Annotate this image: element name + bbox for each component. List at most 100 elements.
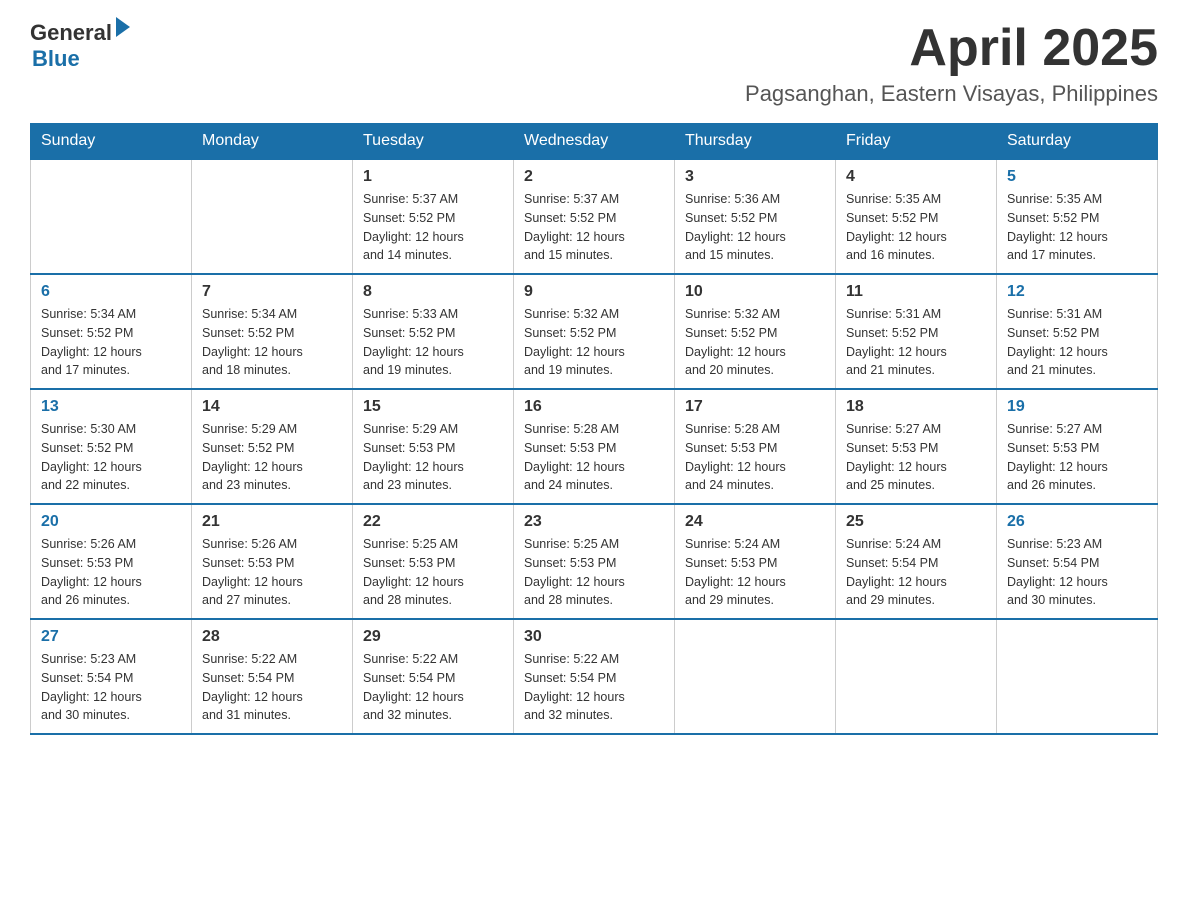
- day-info: Sunrise: 5:22 AMSunset: 5:54 PMDaylight:…: [363, 650, 503, 725]
- day-info: Sunrise: 5:32 AMSunset: 5:52 PMDaylight:…: [685, 305, 825, 380]
- day-info: Sunrise: 5:23 AMSunset: 5:54 PMDaylight:…: [41, 650, 181, 725]
- day-info: Sunrise: 5:28 AMSunset: 5:53 PMDaylight:…: [524, 420, 664, 495]
- calendar-header-row: SundayMondayTuesdayWednesdayThursdayFrid…: [31, 124, 1158, 160]
- day-number: 8: [363, 283, 503, 301]
- calendar-cell: [675, 619, 836, 734]
- logo: General Blue: [30, 20, 130, 72]
- calendar-table: SundayMondayTuesdayWednesdayThursdayFrid…: [30, 123, 1158, 735]
- day-number: 5: [1007, 168, 1147, 186]
- calendar-cell: 6 Sunrise: 5:34 AMSunset: 5:52 PMDaylight…: [31, 274, 192, 389]
- day-info: Sunrise: 5:23 AMSunset: 5:54 PMDaylight:…: [1007, 535, 1147, 610]
- day-number: 7: [202, 283, 342, 301]
- logo-triangle-icon: [116, 17, 130, 37]
- calendar-cell: 30 Sunrise: 5:22 AMSunset: 5:54 PMDayligh…: [514, 619, 675, 734]
- day-info: Sunrise: 5:31 AMSunset: 5:52 PMDaylight:…: [1007, 305, 1147, 380]
- day-info: Sunrise: 5:27 AMSunset: 5:53 PMDaylight:…: [1007, 420, 1147, 495]
- day-info: Sunrise: 5:33 AMSunset: 5:52 PMDaylight:…: [363, 305, 503, 380]
- calendar-cell: 22 Sunrise: 5:25 AMSunset: 5:53 PMDayligh…: [353, 504, 514, 619]
- day-info: Sunrise: 5:30 AMSunset: 5:52 PMDaylight:…: [41, 420, 181, 495]
- day-info: Sunrise: 5:24 AMSunset: 5:54 PMDaylight:…: [846, 535, 986, 610]
- day-info: Sunrise: 5:34 AMSunset: 5:52 PMDaylight:…: [202, 305, 342, 380]
- day-number: 16: [524, 398, 664, 416]
- calendar-week-row: 1Sunrise: 5:37 AMSunset: 5:52 PMDaylight…: [31, 159, 1158, 274]
- calendar-cell: 12 Sunrise: 5:31 AMSunset: 5:52 PMDayligh…: [997, 274, 1158, 389]
- day-number: 17: [685, 398, 825, 416]
- day-number: 29: [363, 628, 503, 646]
- day-info: Sunrise: 5:26 AMSunset: 5:53 PMDaylight:…: [202, 535, 342, 610]
- day-number: 23: [524, 513, 664, 531]
- day-number: 22: [363, 513, 503, 531]
- day-number: 19: [1007, 398, 1147, 416]
- calendar-week-row: 20Sunrise: 5:26 AMSunset: 5:53 PMDayligh…: [31, 504, 1158, 619]
- day-info: Sunrise: 5:37 AMSunset: 5:52 PMDaylight:…: [524, 190, 664, 265]
- calendar-header-friday: Friday: [836, 124, 997, 160]
- day-number: 12: [1007, 283, 1147, 301]
- header: General Blue April 2025 Pagsanghan, East…: [30, 20, 1158, 107]
- day-info: Sunrise: 5:37 AMSunset: 5:52 PMDaylight:…: [363, 190, 503, 265]
- calendar-week-row: 6 Sunrise: 5:34 AMSunset: 5:52 PMDaylight…: [31, 274, 1158, 389]
- day-info: Sunrise: 5:28 AMSunset: 5:53 PMDaylight:…: [685, 420, 825, 495]
- day-info: Sunrise: 5:27 AMSunset: 5:53 PMDaylight:…: [846, 420, 986, 495]
- calendar-cell: 9 Sunrise: 5:32 AMSunset: 5:52 PMDaylight…: [514, 274, 675, 389]
- logo-blue: Blue: [32, 46, 130, 72]
- calendar-cell: 25Sunrise: 5:24 AMSunset: 5:54 PMDayligh…: [836, 504, 997, 619]
- day-number: 6: [41, 283, 181, 301]
- day-info: Sunrise: 5:34 AMSunset: 5:52 PMDaylight:…: [41, 305, 181, 380]
- day-info: Sunrise: 5:22 AMSunset: 5:54 PMDaylight:…: [524, 650, 664, 725]
- day-info: Sunrise: 5:24 AMSunset: 5:53 PMDaylight:…: [685, 535, 825, 610]
- calendar-cell: 17 Sunrise: 5:28 AMSunset: 5:53 PMDayligh…: [675, 389, 836, 504]
- calendar-cell: 3Sunrise: 5:36 AMSunset: 5:52 PMDaylight…: [675, 159, 836, 274]
- calendar-cell: 19 Sunrise: 5:27 AMSunset: 5:53 PMDayligh…: [997, 389, 1158, 504]
- day-info: Sunrise: 5:35 AMSunset: 5:52 PMDaylight:…: [846, 190, 986, 265]
- calendar-cell: 15 Sunrise: 5:29 AMSunset: 5:53 PMDayligh…: [353, 389, 514, 504]
- day-info: Sunrise: 5:25 AMSunset: 5:53 PMDaylight:…: [363, 535, 503, 610]
- day-number: 3: [685, 168, 825, 186]
- day-number: 13: [41, 398, 181, 416]
- day-number: 11: [846, 283, 986, 301]
- calendar-cell: 14Sunrise: 5:29 AMSunset: 5:52 PMDayligh…: [192, 389, 353, 504]
- day-number: 28: [202, 628, 342, 646]
- day-number: 18: [846, 398, 986, 416]
- calendar-header-monday: Monday: [192, 124, 353, 160]
- calendar-cell: 23Sunrise: 5:25 AMSunset: 5:53 PMDayligh…: [514, 504, 675, 619]
- month-title: April 2025: [745, 20, 1158, 77]
- day-number: 2: [524, 168, 664, 186]
- calendar-cell: 28 Sunrise: 5:22 AMSunset: 5:54 PMDayligh…: [192, 619, 353, 734]
- calendar-cell: [31, 159, 192, 274]
- day-info: Sunrise: 5:32 AMSunset: 5:52 PMDaylight:…: [524, 305, 664, 380]
- title-section: April 2025 Pagsanghan, Eastern Visayas, …: [745, 20, 1158, 107]
- calendar-week-row: 13 Sunrise: 5:30 AMSunset: 5:52 PMDayligh…: [31, 389, 1158, 504]
- calendar-cell: 20Sunrise: 5:26 AMSunset: 5:53 PMDayligh…: [31, 504, 192, 619]
- day-number: 9: [524, 283, 664, 301]
- calendar-cell: 2 Sunrise: 5:37 AMSunset: 5:52 PMDaylight…: [514, 159, 675, 274]
- calendar-cell: 10 Sunrise: 5:32 AMSunset: 5:52 PMDayligh…: [675, 274, 836, 389]
- calendar-cell: 27 Sunrise: 5:23 AMSunset: 5:54 PMDayligh…: [31, 619, 192, 734]
- calendar-cell: 7 Sunrise: 5:34 AMSunset: 5:52 PMDaylight…: [192, 274, 353, 389]
- calendar-header-tuesday: Tuesday: [353, 124, 514, 160]
- calendar-cell: 29 Sunrise: 5:22 AMSunset: 5:54 PMDayligh…: [353, 619, 514, 734]
- calendar-header-wednesday: Wednesday: [514, 124, 675, 160]
- day-number: 4: [846, 168, 986, 186]
- calendar-cell: [192, 159, 353, 274]
- day-info: Sunrise: 5:31 AMSunset: 5:52 PMDaylight:…: [846, 305, 986, 380]
- day-number: 27: [41, 628, 181, 646]
- day-number: 21: [202, 513, 342, 531]
- calendar-week-row: 27 Sunrise: 5:23 AMSunset: 5:54 PMDayligh…: [31, 619, 1158, 734]
- day-number: 10: [685, 283, 825, 301]
- day-number: 14: [202, 398, 342, 416]
- calendar-cell: 8 Sunrise: 5:33 AMSunset: 5:52 PMDaylight…: [353, 274, 514, 389]
- logo-general: General: [30, 20, 112, 46]
- calendar-cell: 5 Sunrise: 5:35 AMSunset: 5:52 PMDaylight…: [997, 159, 1158, 274]
- day-info: Sunrise: 5:29 AMSunset: 5:53 PMDaylight:…: [363, 420, 503, 495]
- day-info: Sunrise: 5:35 AMSunset: 5:52 PMDaylight:…: [1007, 190, 1147, 265]
- calendar-cell: [997, 619, 1158, 734]
- day-number: 24: [685, 513, 825, 531]
- calendar-cell: 4 Sunrise: 5:35 AMSunset: 5:52 PMDaylight…: [836, 159, 997, 274]
- calendar-header-thursday: Thursday: [675, 124, 836, 160]
- calendar-cell: 26Sunrise: 5:23 AMSunset: 5:54 PMDayligh…: [997, 504, 1158, 619]
- day-number: 30: [524, 628, 664, 646]
- day-number: 15: [363, 398, 503, 416]
- day-info: Sunrise: 5:22 AMSunset: 5:54 PMDaylight:…: [202, 650, 342, 725]
- calendar-cell: 24 Sunrise: 5:24 AMSunset: 5:53 PMDayligh…: [675, 504, 836, 619]
- calendar-cell: [836, 619, 997, 734]
